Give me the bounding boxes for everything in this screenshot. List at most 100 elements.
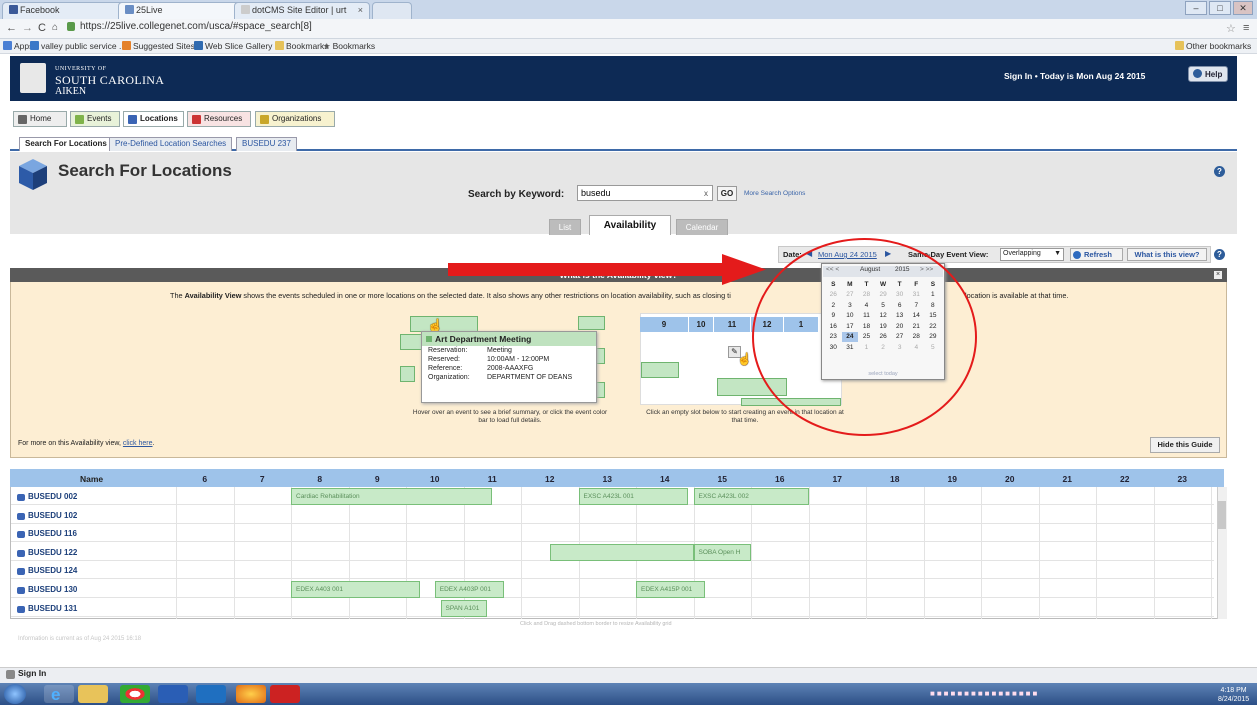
grid-hour-line [1211, 487, 1212, 619]
help-question-icon[interactable]: ? [1214, 249, 1225, 260]
page-icon [241, 5, 250, 14]
event-bar[interactable]: SOBA Open H [693, 543, 751, 561]
menu-icon[interactable]: ≡ [1243, 22, 1249, 34]
subtab-busedu-237[interactable]: BUSEDU 237 [236, 137, 297, 151]
maximize-button[interactable]: □ [1209, 1, 1231, 15]
grid-hour-line [291, 487, 292, 619]
nav-tab-events[interactable]: Events [70, 111, 120, 127]
nav-label: Locations [140, 114, 178, 123]
keyword-input[interactable] [577, 185, 713, 201]
site-icon [30, 41, 39, 50]
event-bar[interactable] [549, 543, 694, 561]
explorer-taskbar-icon[interactable] [78, 685, 108, 703]
more-search-options-link[interactable]: More Search Options [744, 190, 805, 197]
url-text: https://25live.collegenet.com/usca/#spac… [80, 21, 312, 32]
reload-icon[interactable]: C [38, 22, 46, 34]
window-controls: – □ ✕ [1185, 1, 1253, 15]
bottom-signin-button[interactable]: Sign In [4, 668, 46, 679]
chrome-taskbar-icon[interactable] [120, 685, 150, 703]
firefox-taskbar-icon[interactable] [236, 685, 266, 703]
url-field[interactable]: https://25live.collegenet.com/usca/#spac… [64, 21, 1204, 36]
nav-tab-resources[interactable]: Resources [187, 111, 251, 127]
location-name-link[interactable]: BUSEDU 116 [17, 529, 77, 539]
guide-text-bold: Availability View [184, 291, 242, 300]
acrobat-taskbar-icon[interactable] [270, 685, 300, 703]
grid-row[interactable] [11, 524, 1214, 543]
popup-value: 10:00AM - 12:00PM [487, 356, 550, 363]
location-name-link[interactable]: BUSEDU 122 [17, 548, 77, 557]
illus-hour: 9 [640, 317, 688, 332]
tab-availability[interactable]: Availability [589, 215, 671, 235]
home-icon[interactable]: ⌂ [52, 22, 58, 33]
nav-tab-locations[interactable]: Locations [123, 111, 184, 127]
close-icon[interactable]: × [1214, 271, 1222, 279]
help-button[interactable]: Help [1188, 66, 1228, 82]
grid-hour-line [233, 487, 235, 619]
close-window-button[interactable]: ✕ [1233, 1, 1253, 15]
event-bar[interactable]: EXSC A423L 001 [578, 488, 688, 505]
folder-icon [1175, 41, 1184, 50]
word-taskbar-icon[interactable] [158, 685, 188, 703]
location-name-link[interactable]: BUSEDU 102 [17, 511, 77, 520]
sameday-view-select[interactable]: Overlapping ▼ [1000, 248, 1064, 261]
popup-row: Reservation: Meeting [422, 346, 596, 355]
grid-scroll-thumb[interactable] [1218, 501, 1226, 529]
go-button[interactable]: GO [717, 186, 737, 201]
forward-arrow-icon[interactable]: → [22, 22, 33, 34]
taskbar-clock[interactable]: 4:18 PM 8/24/2015 [1218, 686, 1249, 704]
help-question-icon[interactable]: ? [1214, 166, 1225, 177]
system-tray-icons[interactable]: ■■■■■■■■■■■■■■■■ [930, 689, 1039, 698]
what-is-this-view-button[interactable]: What is this view? [1127, 248, 1207, 261]
location-cube-icon [19, 159, 47, 190]
browser-tab-dotcms[interactable]: dotCMS Site Editor | urt × [234, 2, 370, 19]
location-name-link[interactable]: BUSEDU 124 [17, 566, 77, 576]
event-bar[interactable]: EXSC A423L 002 [693, 488, 809, 505]
chevron-down-icon: ▼ [1054, 250, 1061, 257]
back-arrow-icon[interactable]: ← [6, 22, 17, 34]
grid-row[interactable] [11, 598, 1214, 617]
event-bar[interactable]: EDEX A403P 001 [434, 581, 504, 598]
new-tab-button[interactable] [372, 2, 412, 19]
close-icon[interactable]: × [358, 5, 363, 15]
event-bar[interactable]: EDEX A403 001 [291, 581, 421, 598]
nav-label: Home [30, 114, 52, 123]
minimize-button[interactable]: – [1185, 1, 1207, 15]
bookmark-folder[interactable]: Bookmarks [275, 41, 329, 51]
tab-list[interactable]: List [549, 219, 581, 235]
event-bar[interactable]: SPAN A101 [440, 599, 487, 617]
subtab-predefined-searches[interactable]: Pre-Defined Location Searches [109, 137, 233, 151]
hour-header: 23 [1177, 474, 1187, 484]
nav-tab-organizations[interactable]: Organizations [255, 111, 335, 127]
event-bar[interactable]: Cardiac Rehabilitation [291, 488, 493, 505]
nav-tab-home[interactable]: Home [13, 111, 67, 127]
subtab-search-for-locations[interactable]: Search For Locations [19, 137, 113, 151]
grid-row[interactable] [11, 580, 1214, 598]
bookmark-star[interactable]: ★ Bookmarks [323, 41, 375, 52]
click-here-link[interactable]: click here [123, 440, 153, 447]
bookmark-suggested[interactable]: Suggested Sites [122, 41, 195, 51]
bookmark-apps[interactable]: Apps [3, 41, 33, 51]
select-value: Overlapping [1003, 250, 1041, 257]
grid-row[interactable] [11, 505, 1214, 524]
event-bar[interactable]: EDEX A415P 001 [636, 581, 705, 598]
refresh-button[interactable]: Refresh [1070, 248, 1123, 261]
guide-text-pre: The [170, 291, 185, 300]
clear-keyword-icon[interactable]: x [704, 189, 708, 198]
location-name-link[interactable]: BUSEDU 002 [17, 492, 77, 501]
star-icon[interactable]: ☆ [1226, 22, 1236, 35]
grid-hour-line [1153, 487, 1155, 619]
ie-taskbar-icon[interactable]: e [44, 685, 74, 704]
location-name-link[interactable]: BUSEDU 131 [17, 604, 77, 613]
signin-today[interactable]: Sign In • Today is Mon Aug 24 2015 [1004, 71, 1145, 81]
other-bookmarks[interactable]: Other bookmarks [1175, 41, 1251, 51]
nav-label: Resources [204, 114, 243, 123]
illus-hour: 11 [714, 317, 750, 332]
bookmark-webslice[interactable]: Web Slice Gallery [194, 41, 272, 51]
bookmark-valley[interactable]: valley public service ... [30, 41, 126, 51]
location-name-link[interactable]: BUSEDU 130 [17, 585, 77, 594]
outlook-taskbar-icon[interactable] [196, 685, 226, 703]
tab-calendar[interactable]: Calendar [676, 219, 728, 235]
grid-row[interactable] [11, 561, 1214, 580]
hide-guide-button[interactable]: Hide this Guide [1150, 437, 1220, 453]
windows-start-icon[interactable] [4, 684, 26, 704]
